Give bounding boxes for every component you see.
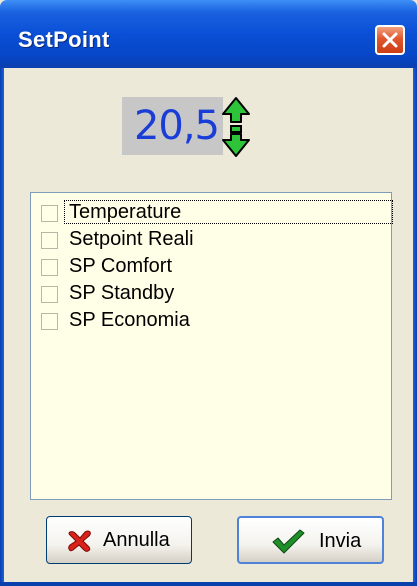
cancel-button-label: Annulla — [103, 529, 170, 551]
close-button[interactable] — [375, 25, 405, 55]
list-item-sp-economia[interactable]: SP Economia — [37, 308, 387, 334]
list-item-sp-comfort[interactable]: SP Comfort — [37, 254, 387, 280]
title-bar[interactable]: SetPoint — [0, 0, 417, 68]
window-frame-left — [0, 68, 4, 586]
checkbox-sp-standby[interactable] — [41, 286, 58, 303]
window-frame-bottom — [0, 582, 417, 586]
list-item-label: Setpoint Reali — [69, 228, 194, 250]
red-x-icon — [68, 530, 91, 552]
list-item-label: SP Economia — [69, 309, 190, 331]
window-title: SetPoint — [18, 27, 110, 52]
list-item-label: SP Standby — [69, 282, 175, 304]
list-item-temperature[interactable]: Temperature — [37, 200, 393, 226]
checkbox-setpoint-reali[interactable] — [41, 232, 58, 249]
checkbox-temperature[interactable] — [41, 205, 58, 222]
send-button[interactable]: Invia — [237, 516, 384, 564]
window-frame-right — [413, 68, 417, 586]
list-item-sp-standby[interactable]: SP Standby — [37, 281, 387, 307]
checkbox-sp-economia[interactable] — [41, 313, 58, 330]
list-item-label: SP Comfort — [69, 255, 172, 277]
list-item-label: Temperature — [69, 201, 182, 223]
send-button-label: Invia — [319, 530, 362, 552]
setpoint-dialog: SetPoint 20,5 Temperature Setpoint Reali — [0, 0, 417, 586]
close-icon — [382, 32, 398, 48]
checkbox-sp-comfort[interactable] — [41, 259, 58, 276]
list-item-setpoint-reali[interactable]: Setpoint Reali — [37, 227, 387, 253]
setpoint-spin-control[interactable] — [221, 96, 251, 158]
cancel-button[interactable]: Annulla — [46, 516, 192, 564]
options-listbox[interactable]: Temperature Setpoint Reali SP Comfort SP… — [30, 192, 393, 500]
setpoint-value[interactable]: 20,5 — [122, 97, 223, 155]
up-down-arrow-icon — [222, 97, 250, 157]
green-check-icon — [272, 529, 305, 554]
